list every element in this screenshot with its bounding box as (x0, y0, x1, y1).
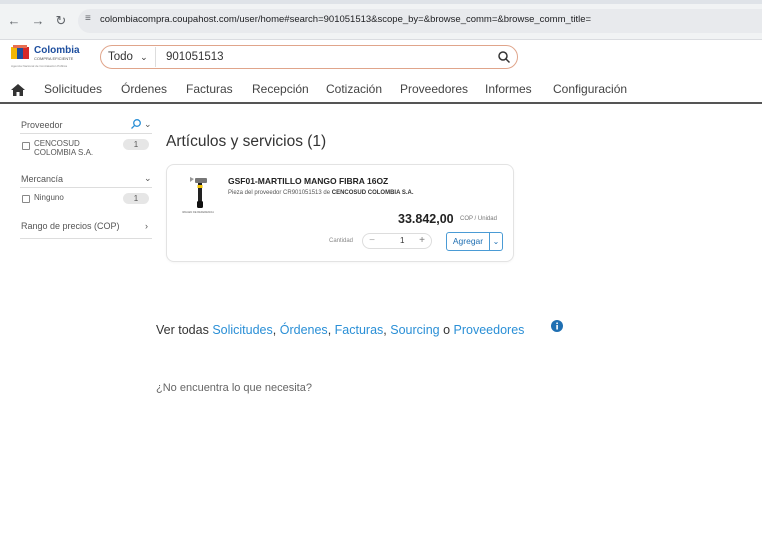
quantity-label: Cantidad (329, 238, 354, 244)
nav-item-recepcion[interactable]: Recepción (252, 82, 309, 96)
product-part-info: Pieza del proveedor CR901051513 de CENCO… (228, 190, 414, 196)
product-price: 33.842,00 (398, 212, 454, 226)
separator: , (327, 323, 332, 337)
results-title: Artículos y servicios (1) (166, 133, 327, 150)
commodity-filter-title: Mercancía (21, 174, 64, 184)
search-divider (155, 47, 156, 67)
info-icon[interactable] (551, 320, 563, 332)
search-icon[interactable] (497, 50, 511, 64)
browser-tab-strip (0, 0, 762, 4)
supplier-filter-title: Proveedor (21, 120, 63, 130)
hammer-image[interactable]: IMAGEN DE REFERENCIA (176, 174, 220, 214)
chevron-right-icon[interactable]: › (145, 221, 148, 231)
part-prefix: Pieza del proveedor CR901051513 de (228, 190, 331, 196)
separator: , (272, 323, 277, 337)
home-icon[interactable] (10, 83, 26, 97)
back-icon[interactable]: ← (6, 13, 22, 29)
or-text: o (443, 323, 451, 337)
chevron-down-icon: ⌄ (140, 52, 148, 62)
nav-item-ordenes[interactable]: Órdenes (121, 82, 167, 96)
chevron-down-icon[interactable]: ⌄ (144, 173, 152, 184)
link-sourcing[interactable]: Sourcing (390, 323, 439, 337)
separator: , (383, 323, 387, 337)
logo-subtitle: COMPRA EFICIENTE (34, 56, 74, 61)
divider (20, 133, 152, 134)
link-proveedores[interactable]: Proveedores (454, 323, 525, 337)
divider (20, 187, 152, 188)
nav-item-cotizacion[interactable]: Cotización (326, 82, 382, 96)
address-url[interactable]: colombiacompra.coupahost.com/user/home#s… (100, 14, 591, 25)
logo-name: Colombia (34, 45, 80, 56)
product-name-link[interactable]: GSF01-MARTILLO MANGO FIBRA 16OZ (228, 176, 388, 186)
link-facturas[interactable]: Facturas (335, 323, 384, 337)
see-all-line: Ver todas Solicitudes, Órdenes, Facturas… (156, 323, 524, 337)
search-scope-label: Todo (108, 51, 133, 63)
part-supplier: CENCOSUD COLOMBIA S.A. (331, 190, 414, 196)
link-ordenes[interactable]: Órdenes (280, 323, 328, 337)
chevron-down-icon[interactable]: ⌄ (144, 119, 152, 130)
search-scope-dropdown[interactable]: Todo ⌄ (108, 49, 148, 65)
not-found-text: ¿No encuentra lo que necesita? (156, 382, 312, 394)
supplier-option-line1: CENCOSUD (34, 139, 80, 148)
nav-item-configuracion[interactable]: Configuración (553, 82, 627, 96)
image-caption: IMAGEN DE REFERENCIA (182, 210, 214, 214)
nav-item-facturas[interactable]: Facturas (186, 82, 233, 96)
commodity-checkbox[interactable] (22, 195, 30, 203)
price-unit: COP / Unidad (460, 216, 497, 222)
decrement-button[interactable]: − (365, 234, 379, 248)
nav-item-solicitudes[interactable]: Solicitudes (44, 82, 102, 96)
commodity-option: Ninguno (34, 193, 64, 202)
site-settings-icon[interactable]: ≡ (85, 13, 91, 24)
forward-icon[interactable]: → (30, 13, 46, 29)
search-input[interactable] (166, 49, 476, 65)
nav-item-proveedores[interactable]: Proveedores (400, 82, 468, 96)
link-solicitudes[interactable]: Solicitudes (212, 323, 272, 337)
reload-icon[interactable]: ↻ (53, 13, 69, 29)
supplier-checkbox[interactable] (22, 142, 30, 150)
supplier-search-icon[interactable] (130, 118, 142, 130)
chevron-down-icon[interactable]: ⌄ (490, 232, 503, 251)
add-to-cart-button[interactable]: Agregar (446, 232, 490, 251)
quantity-value[interactable]: 1 (400, 236, 404, 245)
supplier-count-badge: 1 (123, 139, 149, 150)
supplier-option-line2: COLOMBIA S.A. (34, 148, 94, 157)
nav-item-informes[interactable]: Informes (485, 82, 532, 96)
price-range-filter[interactable]: Rango de precios (COP) (21, 221, 120, 231)
see-all-prefix: Ver todas (156, 323, 209, 337)
logo-footer: Agencia Nacional de Contratación Pública (11, 64, 68, 68)
divider (20, 238, 152, 239)
increment-button[interactable]: + (415, 234, 429, 248)
commodity-count-badge: 1 (123, 193, 149, 204)
